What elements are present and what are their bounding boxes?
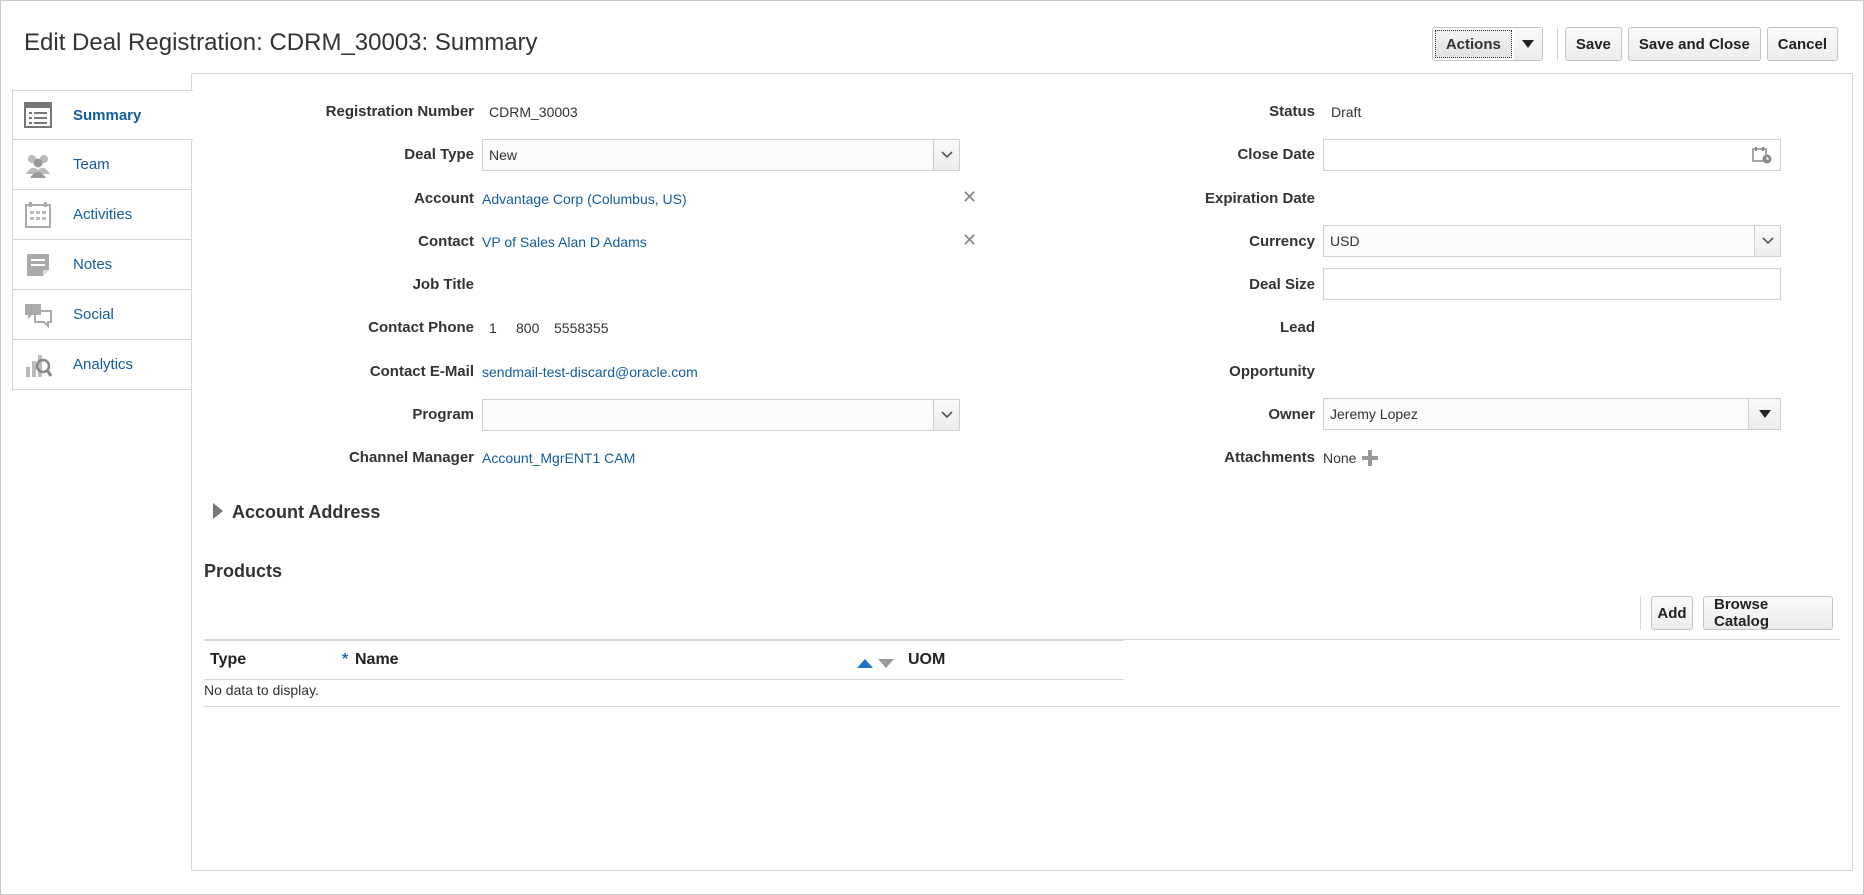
program-label: Program bbox=[412, 406, 474, 423]
account-label: Account bbox=[414, 190, 474, 207]
page-toolbar: Actions Save Save and Close Cancel bbox=[1431, 27, 1838, 61]
calendar-icon[interactable] bbox=[1752, 146, 1772, 167]
sidebar-item-label: Team bbox=[73, 156, 110, 173]
sidebar-item-label: Summary bbox=[73, 106, 142, 124]
column-type[interactable]: Type bbox=[210, 651, 246, 669]
toolbar-separator bbox=[1556, 27, 1558, 61]
registration-number-value: CDRM_30003 bbox=[489, 104, 578, 120]
products-table-header: Type * Name UOM bbox=[204, 640, 1124, 680]
required-indicator: * bbox=[342, 651, 349, 668]
deal-size-input[interactable] bbox=[1323, 268, 1781, 300]
contact-email-label: Contact E-Mail bbox=[369, 363, 474, 380]
sidebar-item-social[interactable]: Social bbox=[12, 290, 192, 340]
status-label: Status bbox=[1269, 103, 1315, 120]
currency-select[interactable]: USD bbox=[1323, 225, 1781, 257]
deal-type-select[interactable]: New bbox=[482, 139, 960, 171]
products-toolbar-separator bbox=[1640, 596, 1641, 630]
products-empty-message: No data to display. bbox=[204, 682, 319, 698]
add-attachment-icon[interactable] bbox=[1361, 449, 1379, 470]
contact-email-link[interactable]: sendmail-test-discard@oracle.com bbox=[482, 364, 698, 380]
actions-button[interactable]: Actions bbox=[1434, 30, 1512, 58]
activities-icon bbox=[23, 200, 53, 230]
close-date-input[interactable] bbox=[1323, 139, 1781, 171]
program-select[interactable] bbox=[482, 399, 960, 431]
expiration-date-label: Expiration Date bbox=[1204, 190, 1315, 207]
sidebar-item-summary[interactable]: Summary bbox=[12, 90, 193, 140]
sidebar-item-notes[interactable]: Notes bbox=[12, 240, 192, 290]
job-title-label: Job Title bbox=[412, 276, 474, 293]
currency-value: USD bbox=[1330, 233, 1360, 249]
actions-menu[interactable]: Actions bbox=[1431, 27, 1543, 61]
social-icon bbox=[23, 300, 53, 330]
deal-size-label: Deal Size bbox=[1249, 276, 1315, 293]
sidebar-item-label: Social bbox=[73, 306, 114, 323]
contact-link[interactable]: VP of Sales Alan D Adams bbox=[482, 234, 647, 250]
currency-label: Currency bbox=[1249, 233, 1315, 250]
browse-catalog-button[interactable]: Browse Catalog bbox=[1703, 596, 1833, 630]
analytics-icon bbox=[23, 350, 53, 380]
products-bottom-rule bbox=[204, 706, 1840, 707]
sort-descending-icon[interactable] bbox=[878, 655, 894, 671]
sidebar-item-label: Analytics bbox=[73, 356, 134, 373]
summary-icon bbox=[23, 100, 53, 130]
owner-label: Owner bbox=[1268, 406, 1315, 423]
clear-account-icon[interactable]: ✕ bbox=[962, 187, 977, 208]
close-date-label: Close Date bbox=[1237, 146, 1315, 163]
notes-icon bbox=[23, 250, 53, 280]
expand-triangle-icon[interactable] bbox=[213, 503, 223, 522]
lead-label: Lead bbox=[1279, 319, 1315, 336]
column-name[interactable]: Name bbox=[355, 651, 399, 669]
dropdown-arrow-icon[interactable] bbox=[1748, 399, 1780, 429]
sidebar-item-activities[interactable]: Activities bbox=[12, 190, 192, 240]
sidebar-item-label: Activities bbox=[73, 206, 133, 223]
contact-phone-number: 5558355 bbox=[554, 320, 609, 336]
sidebar-item-analytics[interactable]: Analytics bbox=[12, 340, 192, 390]
chevron-down-icon[interactable] bbox=[1754, 226, 1780, 256]
deal-type-value: New bbox=[489, 147, 518, 163]
page-title: Edit Deal Registration: CDRM_30003: Summ… bbox=[24, 29, 538, 56]
channel-manager-link[interactable]: Account_MgrENT1 CAM bbox=[482, 450, 635, 466]
add-product-button[interactable]: Add bbox=[1651, 596, 1693, 630]
actions-dropdown-icon[interactable] bbox=[1513, 28, 1542, 60]
sort-ascending-icon[interactable] bbox=[857, 655, 873, 671]
channel-manager-label: Channel Manager bbox=[348, 449, 474, 466]
account-address-header[interactable]: Account Address bbox=[232, 502, 380, 523]
opportunity-label: Opportunity bbox=[1229, 363, 1315, 380]
attachments-value: None bbox=[1323, 450, 1357, 466]
owner-select[interactable]: Jeremy Lopez bbox=[1323, 398, 1781, 430]
sidebar-item-team[interactable]: Team bbox=[12, 140, 192, 190]
save-button[interactable]: Save bbox=[1564, 27, 1622, 61]
cancel-button[interactable]: Cancel bbox=[1766, 27, 1838, 61]
contact-label: Contact bbox=[418, 233, 474, 250]
attachments-label: Attachments bbox=[1224, 449, 1315, 466]
owner-value: Jeremy Lopez bbox=[1330, 406, 1418, 422]
registration-number-label: Registration Number bbox=[325, 103, 474, 120]
contact-phone-area: 800 bbox=[516, 320, 540, 336]
sidebar-item-label: Notes bbox=[73, 256, 113, 273]
contact-phone-label: Contact Phone bbox=[368, 319, 474, 336]
contact-phone-country: 1 bbox=[489, 320, 497, 336]
products-header: Products bbox=[204, 561, 283, 581]
team-icon bbox=[23, 150, 53, 180]
save-and-close-button[interactable]: Save and Close bbox=[1627, 27, 1761, 61]
column-uom[interactable]: UOM bbox=[908, 651, 945, 669]
chevron-down-icon[interactable] bbox=[933, 400, 959, 430]
account-link[interactable]: Advantage Corp (Columbus, US) bbox=[482, 191, 687, 207]
deal-type-label: Deal Type bbox=[404, 146, 474, 163]
status-value: Draft bbox=[1331, 104, 1362, 120]
sidebar: Summary Team Activities Notes Social Ana… bbox=[12, 90, 193, 390]
clear-contact-icon[interactable]: ✕ bbox=[962, 230, 977, 251]
chevron-down-icon[interactable] bbox=[933, 140, 959, 170]
